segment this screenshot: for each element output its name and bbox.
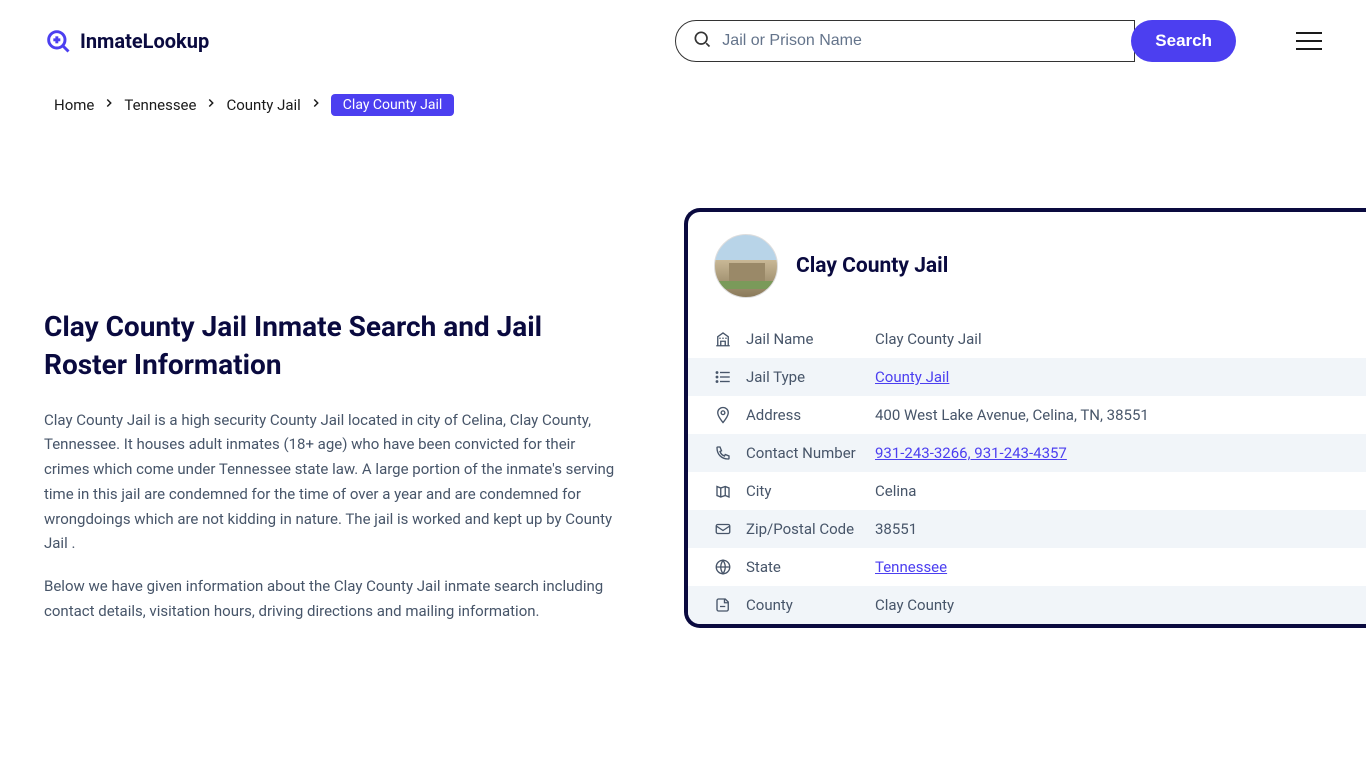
breadcrumb: Home Tennessee County Jail Clay County J… [0, 82, 1366, 128]
search-box [675, 20, 1135, 62]
document-icon [714, 596, 732, 614]
chevron-right-icon [102, 96, 116, 114]
info-value: Clay County Jail [875, 330, 982, 348]
location-icon [714, 406, 732, 424]
info-label: Contact Number [746, 444, 861, 462]
info-value[interactable]: County Jail [875, 368, 949, 386]
card-title: Clay County Jail [796, 254, 948, 278]
info-value: Celina [875, 482, 916, 500]
info-label: County [746, 596, 861, 614]
globe-icon [714, 558, 732, 576]
info-value: 400 West Lake Avenue, Celina, TN, 38551 [875, 406, 1149, 424]
card-header: Clay County Jail [688, 212, 1366, 320]
description-1: Clay County Jail is a high security Coun… [44, 408, 624, 557]
info-row: Zip/Postal Code 38551 [688, 510, 1366, 548]
chevron-right-icon [204, 96, 218, 114]
info-label: Zip/Postal Code [746, 520, 861, 538]
info-value[interactable]: Tennessee [875, 558, 947, 576]
building-icon [714, 330, 732, 348]
info-row: City Celina [688, 472, 1366, 510]
breadcrumb-home[interactable]: Home [54, 96, 94, 114]
info-row: County Clay County [688, 586, 1366, 624]
breadcrumb-tennessee[interactable]: Tennessee [124, 96, 196, 114]
info-label: State [746, 558, 861, 576]
info-label: Jail Name [746, 330, 861, 348]
menu-icon[interactable] [1296, 32, 1322, 50]
info-label: Jail Type [746, 368, 861, 386]
info-row: Address 400 West Lake Avenue, Celina, TN,… [688, 396, 1366, 434]
search-input[interactable] [722, 32, 1118, 50]
left-column: Clay County Jail Inmate Search and Jail … [44, 208, 624, 642]
description-2: Below we have given information about th… [44, 574, 624, 624]
logo[interactable]: InmateLookup [44, 27, 209, 55]
info-value: Clay County [875, 596, 954, 614]
list-icon [714, 368, 732, 386]
phone-icon [714, 444, 732, 462]
info-row: State Tennessee [688, 548, 1366, 586]
breadcrumb-current: Clay County Jail [331, 94, 455, 116]
breadcrumb-county-jail[interactable]: County Jail [226, 96, 300, 114]
logo-text: InmateLookup [80, 29, 209, 53]
info-row: Jail Type County Jail [688, 358, 1366, 396]
info-value: 38551 [875, 520, 917, 538]
info-value[interactable]: 931-243-3266, 931-243-4357 [875, 444, 1067, 462]
mail-icon [714, 520, 732, 538]
header: InmateLookup Search [0, 0, 1366, 82]
info-label: City [746, 482, 861, 500]
info-row: Jail Name Clay County Jail [688, 320, 1366, 358]
info-card: Clay County Jail Jail Name Clay County Ja… [684, 208, 1366, 628]
search-icon [692, 29, 712, 53]
info-label: Address [746, 406, 861, 424]
page-title: Clay County Jail Inmate Search and Jail … [44, 308, 624, 384]
search-container: Search [675, 20, 1236, 62]
right-column: Clay County Jail Jail Name Clay County Ja… [684, 208, 1366, 642]
logo-icon [44, 27, 72, 55]
info-row: Contact Number 931-243-3266, 931-243-4357 [688, 434, 1366, 472]
search-button[interactable]: Search [1131, 20, 1236, 62]
chevron-right-icon [309, 96, 323, 114]
map-icon [714, 482, 732, 500]
jail-avatar [714, 234, 778, 298]
main-content: Clay County Jail Inmate Search and Jail … [0, 208, 1366, 642]
